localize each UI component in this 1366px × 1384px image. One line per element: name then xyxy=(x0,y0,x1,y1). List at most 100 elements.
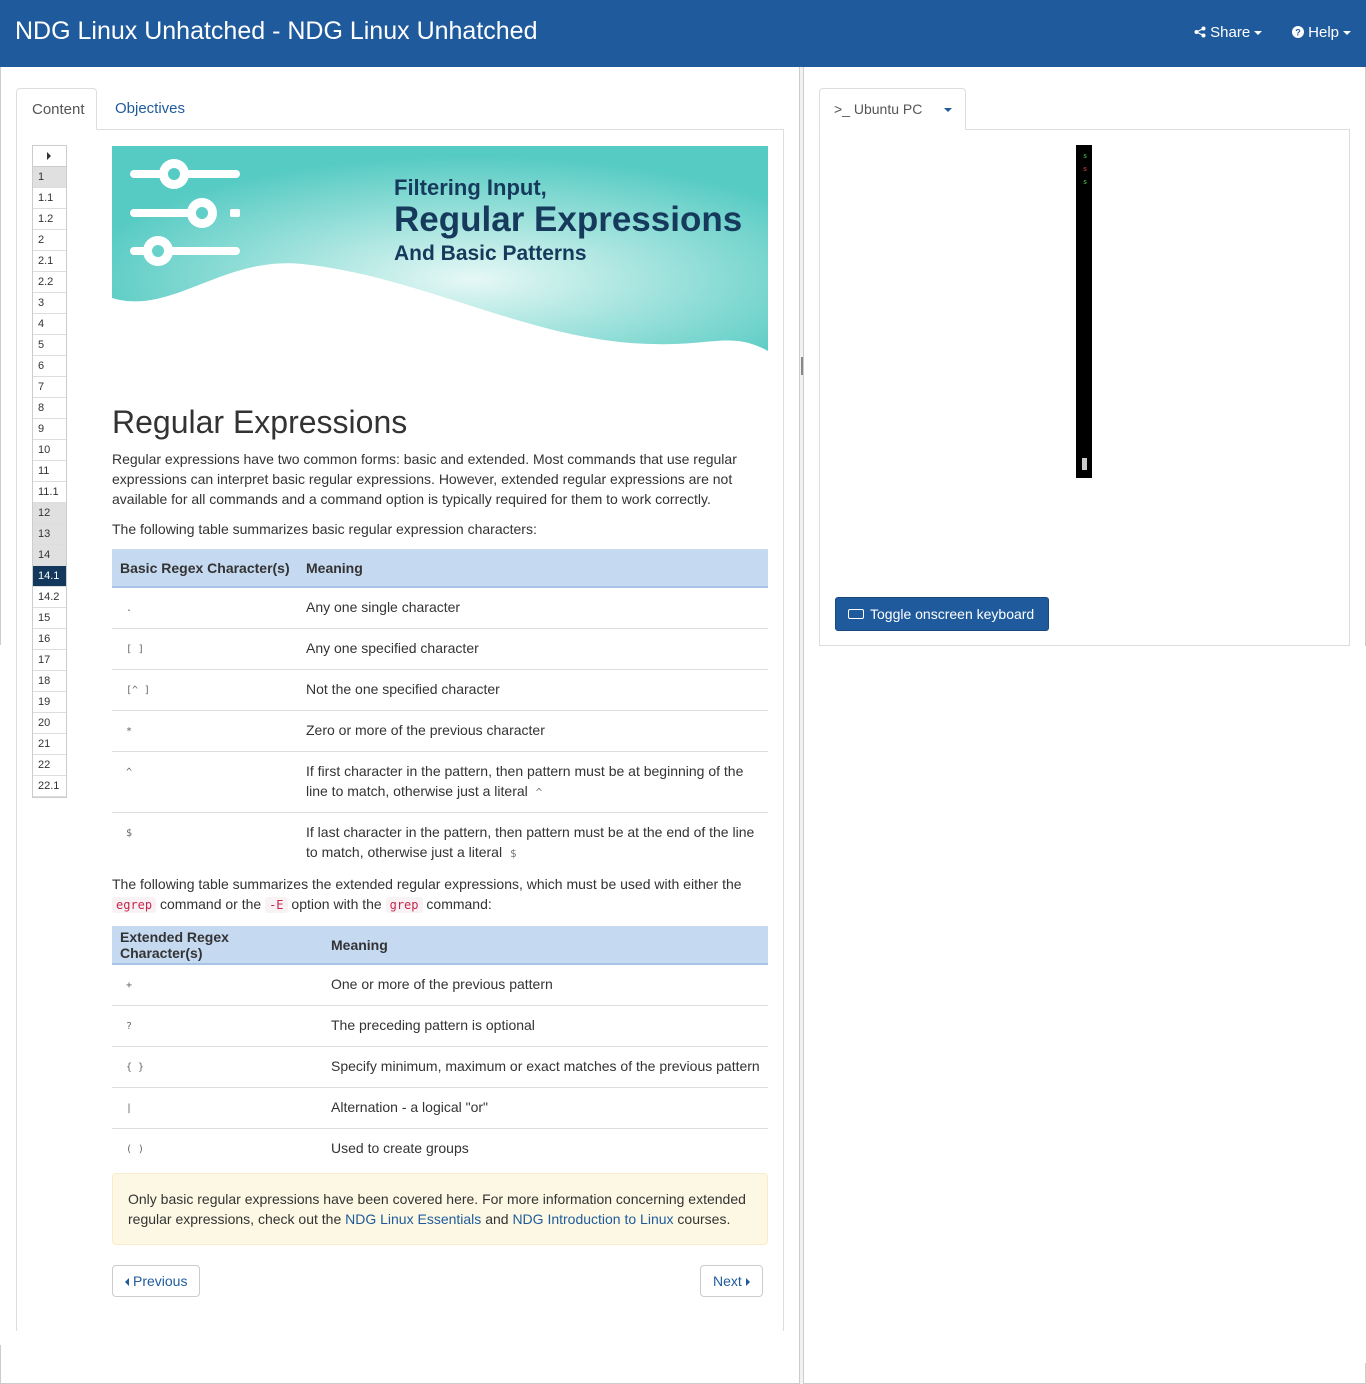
toc-item[interactable]: 10 xyxy=(33,440,66,461)
tab-content[interactable]: Content xyxy=(16,88,97,130)
regex-meaning-cell: If last character in the pattern, then p… xyxy=(298,812,768,873)
pane-splitter[interactable] xyxy=(799,67,804,1384)
toc-item[interactable]: 2.2 xyxy=(33,272,66,293)
toc-item[interactable]: 1.1 xyxy=(33,188,66,209)
basic-col-char: Basic Regex Character(s) xyxy=(112,549,298,588)
regex-char: ? xyxy=(112,1005,323,1047)
regex-meaning: If last character in the pattern, then p… xyxy=(306,824,755,860)
toc-item[interactable]: 8 xyxy=(33,398,66,419)
regex-meaning-cell: Any one specified character xyxy=(298,628,768,670)
next-button[interactable]: Next xyxy=(700,1265,763,1297)
previous-button[interactable]: Previous xyxy=(112,1265,201,1297)
alert-text-3: courses. xyxy=(677,1211,731,1227)
top-navbar: NDG Linux Unhatched - NDG Linux Unhatche… xyxy=(0,0,1366,67)
terminal-screen[interactable]: s s s xyxy=(1076,145,1092,478)
table-row: $ If last character in the pattern, then … xyxy=(112,812,768,873)
table-of-contents: 1 1.1 1.2 2 2.1 2.2 3 4 5 6 7 8 9 10 11 11.1 12 13 14 14.1 1… xyxy=(32,145,67,798)
terminal-cursor xyxy=(1082,458,1087,470)
banner-line-2: Regular Expressions xyxy=(394,200,743,239)
vm-tabs: >_ Ubuntu PC xyxy=(819,88,1350,130)
regex-char: ( ) xyxy=(112,1128,323,1169)
table-row: + One or more of the previous pattern xyxy=(112,963,768,1006)
regex-char: + xyxy=(112,963,323,1006)
toc-item[interactable]: 7 xyxy=(33,377,66,398)
regex-meaning-cell: Zero or more of the previous character xyxy=(298,710,768,752)
caret-left-icon xyxy=(125,1278,129,1287)
toc-item[interactable]: 18 xyxy=(33,671,66,692)
link-linux-essentials[interactable]: NDG Linux Essentials xyxy=(345,1211,481,1227)
extended-regex-table: Extended Regex Character(s) Meaning + One… xyxy=(112,926,768,1169)
alert-text-2: and xyxy=(485,1211,509,1227)
toc-item[interactable]: 16 xyxy=(33,629,66,650)
regex-meaning: One or more of the previous pattern xyxy=(323,963,768,1006)
regex-char: . xyxy=(112,586,298,629)
regex-meaning-cell: Any one single character xyxy=(298,586,768,629)
chevron-down-icon[interactable] xyxy=(944,108,952,112)
regex-char: $ xyxy=(112,812,298,873)
regex-char: [^ ] xyxy=(112,669,298,711)
toc-item[interactable]: 21 xyxy=(33,734,66,755)
help-icon: ? xyxy=(1292,24,1308,41)
toc-item[interactable]: 5 xyxy=(33,335,66,356)
table-row: * Zero or more of the previous character xyxy=(112,710,768,752)
help-menu[interactable]: ? Help xyxy=(1292,24,1352,41)
toc-item[interactable]: 22.1 xyxy=(33,776,66,797)
regex-meaning: Not the one specified character xyxy=(306,681,500,697)
toc-item[interactable]: 20 xyxy=(33,713,66,734)
toc-item[interactable]: 11 xyxy=(33,461,66,482)
terminal-line: s xyxy=(1083,165,1088,173)
toc-item[interactable]: 15 xyxy=(33,608,66,629)
toc-item[interactable]: 9 xyxy=(33,419,66,440)
regex-meaning: Any one single character xyxy=(306,599,461,615)
share-menu[interactable]: Share xyxy=(1194,24,1263,41)
tab-objectives[interactable]: Objectives xyxy=(100,88,200,130)
link-intro-to-linux[interactable]: NDG Introduction to Linux xyxy=(512,1211,673,1227)
intro-paragraph: Regular expressions have two common form… xyxy=(112,451,737,507)
previous-label: Previous xyxy=(133,1273,188,1289)
toc-expand-toggle[interactable] xyxy=(33,146,66,167)
table-row: [ ] Any one specified character xyxy=(112,628,768,670)
content-tabs: Content Objectives xyxy=(16,88,784,130)
toc-item[interactable]: 12 xyxy=(33,503,66,524)
toc-item[interactable]: 6 xyxy=(33,356,66,377)
toc-item[interactable]: 22 xyxy=(33,755,66,776)
toc-item[interactable]: 2 xyxy=(33,230,66,251)
svg-text:?: ? xyxy=(1295,28,1301,38)
extended-table-lead: The following table summarizes the exten… xyxy=(112,874,768,915)
toggle-keyboard-label: Toggle onscreen keyboard xyxy=(870,606,1035,622)
app-title[interactable]: NDG Linux Unhatched - NDG Linux Unhatche… xyxy=(15,17,538,46)
banner-line-3: And Basic Patterns xyxy=(394,242,587,265)
regex-meaning: Any one specified character xyxy=(306,640,479,656)
toc-item[interactable]: 3 xyxy=(33,293,66,314)
extended-col-meaning: Meaning xyxy=(323,926,768,965)
toc-item[interactable]: 14 xyxy=(33,545,66,566)
toc-item[interactable]: 1.2 xyxy=(33,209,66,230)
toc-item[interactable]: 11.1 xyxy=(33,482,66,503)
toggle-keyboard-button[interactable]: Toggle onscreen keyboard xyxy=(835,597,1049,631)
extended-lead-text-1: The following table summarizes the exten… xyxy=(112,876,742,892)
tab-ubuntu-pc[interactable]: >_ Ubuntu PC xyxy=(819,88,966,130)
toc-item[interactable]: 2.1 xyxy=(33,251,66,272)
share-icon xyxy=(1194,24,1210,41)
ubuntu-tab-label: >_ Ubuntu PC xyxy=(834,101,923,117)
table-row: ( ) Used to create groups xyxy=(112,1128,768,1169)
banner-line-1: Filtering Input, xyxy=(394,175,547,200)
help-label: Help xyxy=(1308,24,1340,41)
left-gutter xyxy=(0,645,16,1345)
toc-item[interactable]: 13 xyxy=(33,524,66,545)
next-label: Next xyxy=(713,1273,742,1289)
regex-meaning-cell: If first character in the pattern, then … xyxy=(298,751,768,813)
toc-item[interactable]: 4 xyxy=(33,314,66,335)
table-row: [^ ] Not the one specified character xyxy=(112,669,768,711)
splitter-grip[interactable] xyxy=(801,357,803,375)
toc-item[interactable]: 1 xyxy=(33,167,66,188)
regex-meaning: If first character in the pattern, then … xyxy=(306,763,744,799)
extended-lead-text-2: command or the xyxy=(160,896,262,912)
basic-regex-table: Basic Regex Character(s) Meaning . Any on… xyxy=(112,549,768,873)
toc-item[interactable]: 14.1 xyxy=(33,566,66,587)
toc-item[interactable]: 14.2 xyxy=(33,587,66,608)
table-row: | Alternation - a logical "or" xyxy=(112,1087,768,1129)
toc-item[interactable]: 17 xyxy=(33,650,66,671)
toc-item[interactable]: 19 xyxy=(33,692,66,713)
keyboard-icon xyxy=(848,609,864,620)
